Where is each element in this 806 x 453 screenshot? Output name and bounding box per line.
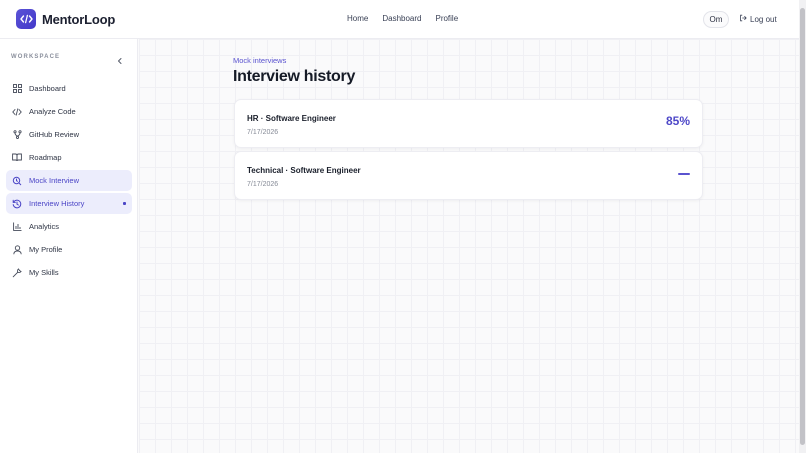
logout-button[interactable]: Log out: [739, 14, 777, 24]
sidebar-menu: Dashboard Analyze Code GitHub Review Roa…: [6, 78, 132, 285]
scrollbar-thumb[interactable]: [800, 8, 805, 445]
sidebar-item-label: Dashboard: [29, 84, 66, 93]
top-nav: Home Dashboard Profile: [347, 14, 458, 23]
sidebar-item-roadmap[interactable]: Roadmap: [6, 147, 132, 168]
current-page-indicator: [123, 202, 126, 205]
nav-profile[interactable]: Profile: [435, 14, 458, 23]
sidebar-item-analytics[interactable]: Analytics: [6, 216, 132, 237]
interview-score: 85%: [665, 114, 690, 128]
code-logo-icon: [16, 9, 36, 29]
main-content: Mock interviews Interview history HR · S…: [139, 39, 799, 453]
top-header: MentorLoop Home Dashboard Profile Om Log…: [0, 0, 799, 39]
mock-interview-icon: [12, 176, 22, 186]
sidebar-item-my-profile[interactable]: My Profile: [6, 239, 132, 260]
interview-date: 7/17/2026: [247, 129, 279, 136]
sidebar-item-mock-interview[interactable]: Mock Interview: [6, 170, 132, 191]
git-branch-icon: [12, 130, 22, 140]
brand-name: MentorLoop: [42, 11, 116, 27]
collapse-sidebar-chevron-icon[interactable]: [116, 52, 124, 64]
interview-card[interactable]: Technical · Software Engineer 7/17/2026: [234, 151, 703, 200]
scroll-up-arrow-icon[interactable]: [799, 0, 806, 11]
brand[interactable]: MentorLoop: [16, 9, 115, 29]
sidebar-item-dashboard[interactable]: Dashboard: [6, 78, 132, 99]
logout-icon: [739, 14, 747, 24]
bar-chart-icon: [12, 222, 22, 232]
page-title: Interview history: [233, 68, 356, 85]
sidebar-item-label: Analyze Code: [29, 107, 76, 116]
workspace-label: WORKSPACE: [11, 54, 61, 60]
sidebar-item-label: My Skills: [29, 268, 59, 277]
nav-dashboard[interactable]: Dashboard: [382, 14, 421, 23]
sidebar-item-label: My Profile: [29, 245, 63, 254]
breadcrumb[interactable]: Mock interviews: [233, 56, 286, 65]
sidebar-item-label: GitHub Review: [29, 130, 80, 139]
interview-title: Technical · Software Engineer: [247, 166, 361, 175]
no-score-dash: [678, 173, 690, 175]
scroll-down-arrow-icon[interactable]: [799, 446, 806, 453]
code-icon: [12, 107, 22, 117]
wrench-icon: [12, 268, 22, 278]
history-icon: [12, 199, 22, 209]
sidebar-item-github-review[interactable]: GitHub Review: [6, 124, 132, 145]
sidebar-item-my-skills[interactable]: My Skills: [6, 262, 132, 283]
grid-icon: [12, 84, 22, 94]
logout-label: Log out: [750, 14, 777, 24]
page-scrollbar[interactable]: [799, 0, 806, 453]
sidebar: WORKSPACE Dashboard Analyze Code GitHub …: [0, 39, 138, 453]
sidebar-item-label: Mock Interview: [29, 176, 80, 185]
sidebar-item-label: Analytics: [29, 222, 60, 231]
interview-title: HR · Software Engineer: [247, 114, 336, 123]
book-icon: [12, 153, 22, 163]
interview-card[interactable]: HR · Software Engineer 7/17/2026 85%: [234, 99, 703, 148]
interview-date: 7/17/2026: [247, 181, 279, 188]
sidebar-item-interview-history[interactable]: Interview History: [6, 193, 132, 214]
sidebar-item-label: Interview History: [29, 199, 85, 208]
nav-home[interactable]: Home: [347, 14, 368, 23]
sidebar-item-label: Roadmap: [29, 153, 62, 162]
sidebar-item-analyze-code[interactable]: Analyze Code: [6, 101, 132, 122]
user-avatar-pill[interactable]: Om: [703, 11, 729, 28]
user-icon: [12, 244, 22, 255]
